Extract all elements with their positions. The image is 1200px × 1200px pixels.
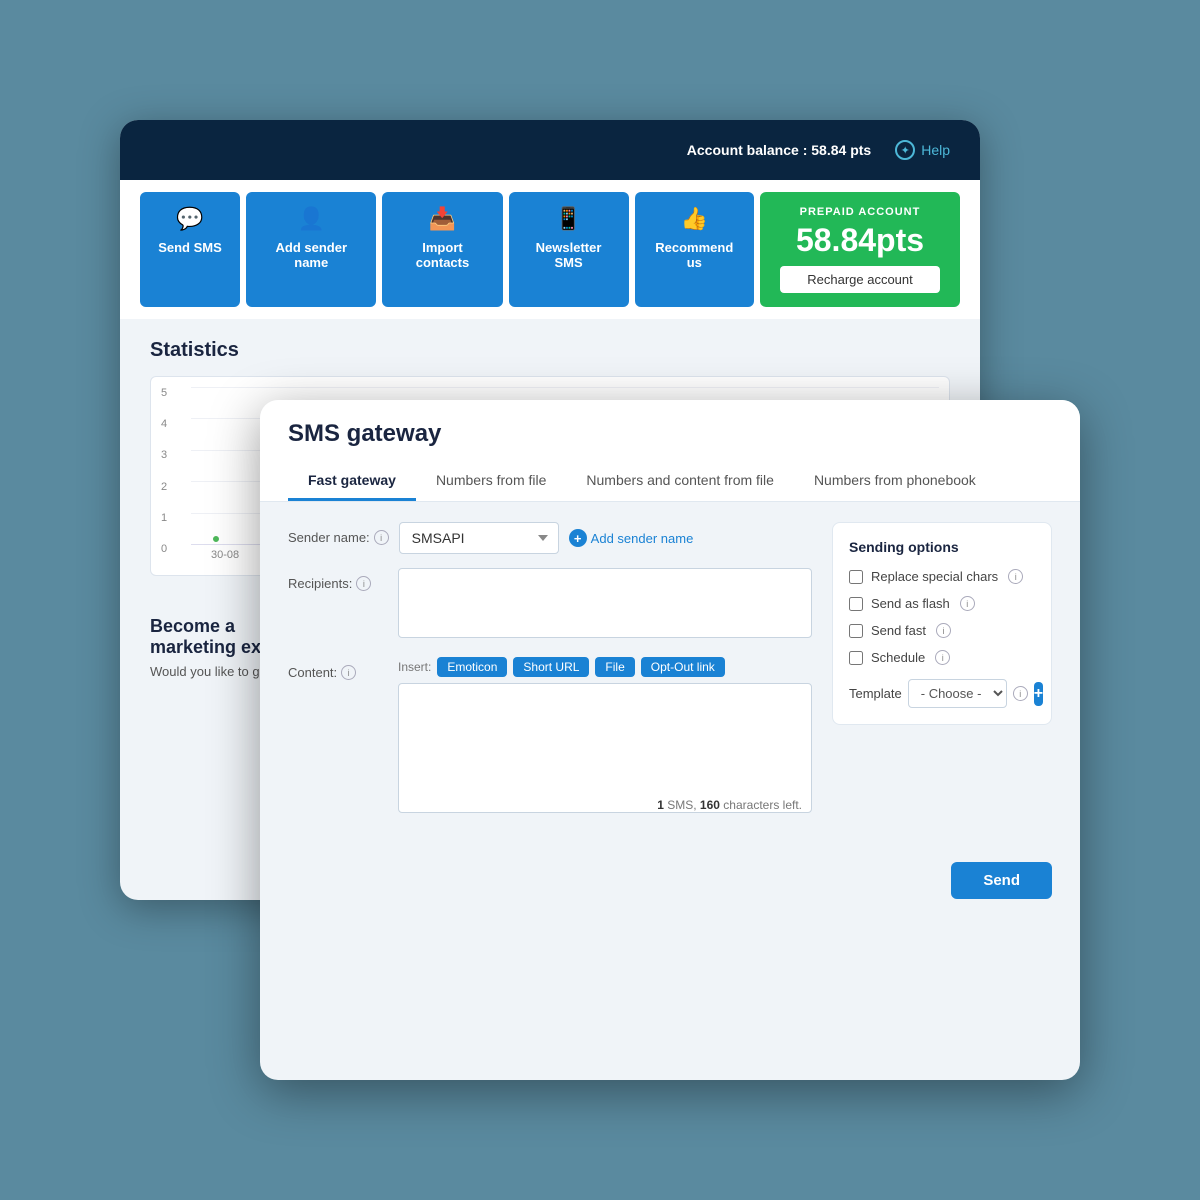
insert-label: Insert: [398, 660, 431, 674]
add-sender-icon: 👤 [298, 206, 325, 232]
send-as-flash-label: Send as flash [871, 596, 950, 611]
sender-select[interactable]: SMSAPI [399, 522, 559, 554]
form-section: Sender name: i SMSAPI + Add sender name [288, 522, 812, 832]
tab-numbers-content-file[interactable]: Numbers and content from file [566, 462, 794, 501]
tab-numbers-phonebook[interactable]: Numbers from phonebook [794, 462, 996, 501]
tile-recommend-us[interactable]: 👍 Recommend us [635, 192, 754, 307]
chars-left: 160 [700, 798, 720, 812]
tile-newsletter-sms[interactable]: 📱 Newsletter SMS [509, 192, 629, 307]
tile-recommend-label: Recommend us [651, 240, 738, 270]
tile-add-sender-label: Add sender name [262, 240, 360, 270]
schedule-info-icon[interactable]: i [935, 650, 950, 665]
template-label: Template [849, 686, 902, 701]
newsletter-icon: 📱 [555, 206, 582, 232]
replace-chars-info-icon[interactable]: i [1008, 569, 1023, 584]
sms-gateway-window: SMS gateway Fast gateway Numbers from fi… [260, 400, 1080, 1080]
add-sender-link[interactable]: + Add sender name [569, 529, 694, 547]
prepaid-label: PREPAID ACCOUNT [800, 206, 921, 218]
content-info-icon[interactable]: i [341, 665, 356, 680]
recipients-label: Recipients: i [288, 568, 388, 591]
option-send-as-flash: Send as flash i [849, 596, 1035, 611]
gateway-title: SMS gateway [288, 420, 1052, 448]
balance-value: 58.84 pts [811, 142, 871, 158]
send-as-flash-checkbox[interactable] [849, 597, 863, 611]
tile-import-label: Import contacts [398, 240, 486, 270]
tile-newsletter-label: Newsletter SMS [525, 240, 613, 270]
prepaid-amount: 58.84pts [796, 224, 924, 256]
tab-fast-gateway[interactable]: Fast gateway [288, 462, 416, 501]
send-fast-checkbox[interactable] [849, 624, 863, 638]
schedule-label: Schedule [871, 650, 925, 665]
send-button[interactable]: Send [951, 862, 1052, 899]
recipients-input-wrap [398, 568, 812, 643]
gateway-header: SMS gateway Fast gateway Numbers from fi… [260, 400, 1080, 502]
option-send-fast: Send fast i [849, 623, 1035, 638]
send-fast-label: Send fast [871, 623, 926, 638]
content-label: Content: i [288, 657, 388, 680]
template-add-button[interactable]: + [1034, 682, 1043, 706]
tile-send-sms[interactable]: 💬 Send SMS [140, 192, 240, 307]
flash-info-icon[interactable]: i [960, 596, 975, 611]
tile-add-sender[interactable]: 👤 Add sender name [246, 192, 376, 307]
chart-dot [211, 534, 221, 544]
sending-options-panel: Sending options Replace special chars i … [832, 522, 1052, 725]
nav-tiles: 💬 Send SMS 👤 Add sender name 📥 Import co… [120, 180, 980, 319]
template-row: Template - Choose - i + [849, 679, 1035, 708]
schedule-checkbox[interactable] [849, 651, 863, 665]
top-bar: Account balance : 58.84 pts ✦ Help [120, 120, 980, 180]
content-input-wrap: Insert: Emoticon Short URL File Opt-Out … [398, 657, 812, 818]
sender-info-icon[interactable]: i [374, 530, 389, 545]
insert-file-tag[interactable]: File [595, 657, 634, 677]
chars-suffix: characters left. [723, 798, 802, 812]
content-row: Content: i Insert: Emoticon Short URL Fi… [288, 657, 812, 818]
content-textarea[interactable] [398, 683, 812, 813]
replace-special-chars-label: Replace special chars [871, 569, 998, 584]
insert-optout-tag[interactable]: Opt-Out link [641, 657, 725, 677]
template-select[interactable]: - Choose - [908, 679, 1007, 708]
recipients-info-icon[interactable]: i [356, 576, 371, 591]
tab-numbers-from-file[interactable]: Numbers from file [416, 462, 566, 501]
option-replace-special-chars: Replace special chars i [849, 569, 1035, 584]
send-sms-icon: 💬 [176, 206, 203, 232]
account-balance: Account balance : 58.84 pts [687, 142, 871, 158]
help-button[interactable]: ✦ Help [895, 140, 950, 160]
chart-y-labels: 5 4 3 2 1 0 [161, 387, 167, 555]
statistics-title: Statistics [150, 339, 950, 362]
replace-special-chars-checkbox[interactable] [849, 570, 863, 584]
template-info-icon[interactable]: i [1013, 686, 1028, 701]
tile-import-contacts[interactable]: 📥 Import contacts [382, 192, 502, 307]
add-sender-plus-icon: + [569, 529, 587, 547]
tile-send-sms-label: Send SMS [158, 240, 222, 255]
insert-emoticon-tag[interactable]: Emoticon [437, 657, 507, 677]
insert-row: Insert: Emoticon Short URL File Opt-Out … [398, 657, 812, 677]
gateway-body: Sender name: i SMSAPI + Add sender name [260, 502, 1080, 852]
import-icon: 📥 [429, 206, 456, 232]
insert-shorturl-tag[interactable]: Short URL [513, 657, 589, 677]
sender-name-label: Sender name: i [288, 522, 389, 545]
help-icon: ✦ [895, 140, 915, 160]
prepaid-card: PREPAID ACCOUNT 58.84pts Recharge accoun… [760, 192, 960, 307]
recipients-textarea[interactable] [398, 568, 812, 638]
sending-options-title: Sending options [849, 539, 1035, 555]
sender-input-wrap: SMSAPI + Add sender name [399, 522, 812, 554]
recommend-icon: 👍 [681, 206, 708, 232]
add-sender-label: Add sender name [591, 531, 694, 546]
balance-label: Account balance : [687, 142, 808, 158]
content-textarea-wrap: 1 SMS, 160 characters left. [398, 683, 812, 818]
tabs-row: Fast gateway Numbers from file Numbers a… [288, 462, 1052, 501]
sms-label: SMS, [667, 798, 700, 812]
sender-row: SMSAPI + Add sender name [399, 522, 812, 554]
recharge-button[interactable]: Recharge account [780, 266, 940, 293]
help-label: Help [921, 142, 950, 158]
sender-name-row: Sender name: i SMSAPI + Add sender name [288, 522, 812, 554]
fast-info-icon[interactable]: i [936, 623, 951, 638]
recipients-row: Recipients: i [288, 568, 812, 643]
send-row: Send [260, 852, 1080, 915]
char-count: 1 SMS, 160 characters left. [657, 798, 802, 812]
option-schedule: Schedule i [849, 650, 1035, 665]
sms-count: 1 [657, 798, 664, 812]
